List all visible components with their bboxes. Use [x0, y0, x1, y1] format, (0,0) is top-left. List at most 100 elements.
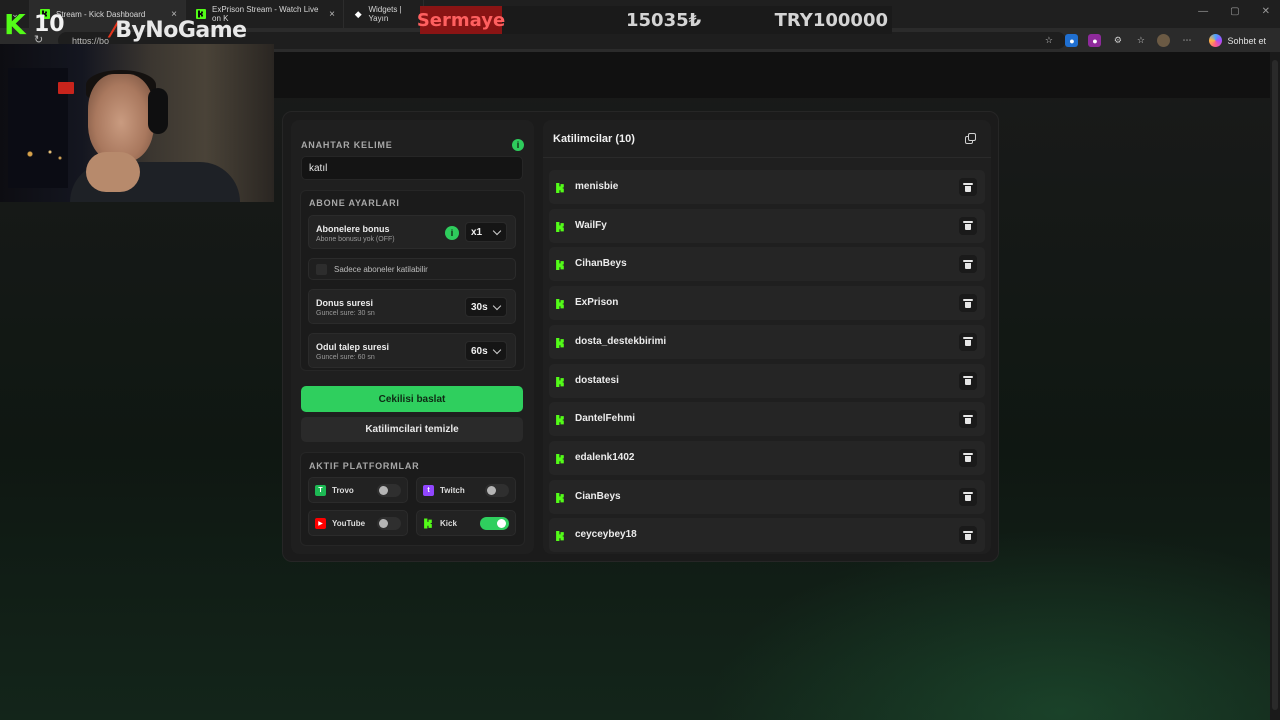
capital-overlay: Sermaye 15035₺ TRY100000 — [417, 6, 892, 34]
youtube-icon: ▶ — [315, 518, 326, 529]
close-icon[interactable]: × — [329, 9, 335, 20]
clear-participants-button[interactable]: Katilimcilari temizle — [301, 417, 523, 442]
sub-bonus-option: Abonelere bonus Abone bonusu yok (OFF) i… — [308, 215, 516, 249]
keyword-title: ANAHTAR KELIME — [301, 140, 393, 150]
kick-icon — [555, 258, 566, 271]
delete-participant-button[interactable] — [959, 332, 977, 351]
delete-participant-button[interactable] — [959, 178, 977, 196]
kick-icon — [555, 529, 566, 542]
delete-participant-button[interactable] — [959, 371, 977, 390]
platform-twitch: t Twitch — [416, 477, 516, 503]
trovo-toggle[interactable] — [377, 484, 401, 497]
delete-participant-button[interactable] — [959, 526, 977, 545]
participant-name: ExPrison — [575, 297, 619, 309]
sub-bonus-value: x1 — [471, 226, 483, 238]
platform-kick: Kick — [416, 510, 516, 536]
trash-icon — [963, 492, 973, 502]
participant-row: CihanBeys — [549, 247, 985, 282]
copy-icon[interactable] — [965, 133, 977, 145]
delete-participant-button[interactable] — [959, 294, 977, 313]
chevron-down-icon — [492, 301, 502, 311]
twitch-icon: t — [423, 485, 434, 496]
participant-row: DantelFehmi — [549, 402, 985, 437]
kick-icon — [555, 452, 566, 464]
trash-icon — [963, 414, 973, 424]
copilot-button[interactable]: Sohbet et — [1203, 32, 1272, 49]
participant-name: ceyceybey18 — [575, 529, 637, 541]
youtube-toggle[interactable] — [377, 517, 401, 530]
kick-logo-icon: K — [4, 8, 26, 41]
trash-icon — [963, 221, 973, 231]
scrollbar-thumb[interactable] — [1272, 60, 1278, 710]
close-window-icon[interactable]: ✕ — [1262, 6, 1270, 17]
start-giveaway-button[interactable]: Cekilisi baslat — [301, 386, 523, 412]
claim-duration-subtitle: Guncel sure: 60 sn — [316, 354, 375, 361]
bonus-duration-title: Donus suresi — [316, 298, 374, 308]
extensions-puzzle-icon[interactable]: ⚙ — [1111, 34, 1124, 47]
favorite-star-icon[interactable]: ☆ — [1042, 34, 1055, 47]
claim-duration-title: Odul talep suresi — [316, 342, 390, 352]
participant-row: ExPrison — [549, 286, 985, 321]
twitch-toggle[interactable] — [485, 484, 509, 497]
chevron-down-icon — [492, 345, 502, 355]
kick-icon — [555, 181, 566, 193]
delete-participant-button[interactable] — [959, 487, 977, 506]
toolbar-icons: ☆ ● ● ⚙ ☆ ⋯ Sohbet et — [1042, 32, 1272, 49]
chevron-down-icon — [492, 226, 502, 236]
trash-icon — [963, 298, 973, 308]
delete-participant-button[interactable] — [959, 410, 977, 429]
participant-name: DantelFehmi — [575, 413, 636, 425]
minimize-icon[interactable]: — — [1198, 6, 1208, 17]
page-scrollbar[interactable] — [1270, 52, 1280, 720]
kick-toggle[interactable] — [480, 517, 509, 530]
kick-icon — [555, 297, 566, 310]
settings-panel: ANAHTAR KELIME i katıl ABONE AYARLARI Ab… — [291, 120, 534, 554]
tab-label: Widgets | Yayın — [368, 5, 402, 23]
trash-icon — [963, 182, 973, 192]
participant-name: WailFy — [575, 219, 607, 231]
favorites-icon[interactable]: ☆ — [1134, 34, 1147, 47]
viewer-count: 10 — [34, 12, 65, 37]
delete-participant-button[interactable] — [959, 448, 977, 467]
sub-only-checkbox[interactable] — [316, 264, 327, 275]
kick-icon — [423, 518, 434, 529]
keyword-input[interactable]: katıl — [301, 156, 523, 180]
webcam-overlay — [0, 44, 274, 202]
giveaway-card: ANAHTAR KELIME i katıl ABONE AYARLARI Ab… — [282, 111, 999, 562]
delete-participant-button[interactable] — [959, 255, 977, 274]
participant-row: menisbie — [549, 170, 985, 204]
active-platforms-title: AKTIF PLATFORMLAR — [309, 461, 420, 471]
platform-name: Twitch — [440, 486, 465, 495]
active-platforms: AKTIF PLATFORMLAR T Trovo t Twitch ▶ You… — [300, 452, 525, 546]
kick-icon — [555, 336, 566, 348]
tab-widgets[interactable]: ◆ Widgets | Yayın — [344, 0, 424, 28]
delete-participant-button[interactable] — [959, 216, 977, 235]
bonus-duration-dropdown[interactable]: 30s — [465, 297, 507, 317]
trash-icon — [963, 453, 973, 463]
brand-logo: ⁄ByNoGame — [112, 18, 247, 43]
extension-blue-icon[interactable]: ● — [1065, 34, 1079, 47]
sub-bonus-dropdown[interactable]: x1 — [465, 222, 507, 242]
more-menu-icon[interactable]: ⋯ — [1180, 34, 1193, 47]
participant-name: dosta_destekbirimi — [575, 335, 667, 347]
sub-only-label: Sadece aboneler katilabilir — [334, 265, 428, 274]
profile-avatar[interactable] — [1157, 34, 1171, 47]
info-icon[interactable]: i — [512, 139, 524, 151]
trash-icon — [963, 337, 973, 347]
participant-row: CianBeys — [549, 479, 985, 514]
toggle-knob — [497, 519, 506, 528]
trash-icon — [963, 259, 973, 269]
sub-only-row[interactable]: Sadece aboneler katilabilir — [308, 258, 516, 280]
maximize-icon[interactable]: ▢ — [1230, 6, 1239, 17]
participant-name: CianBeys — [575, 490, 621, 502]
capital-goal: TRY100000 — [774, 10, 888, 31]
sub-bonus-info-icon[interactable]: i — [445, 226, 459, 240]
claim-duration-value: 60s — [471, 345, 488, 357]
window-controls: — ▢ ✕ — [1198, 6, 1270, 17]
extension-purple-icon[interactable]: ● — [1088, 34, 1102, 47]
bonus-duration-option: Donus suresi Guncel sure: 30 sn 30s — [308, 289, 516, 324]
claim-duration-dropdown[interactable]: 60s — [465, 341, 507, 361]
platform-name: YouTube — [332, 519, 366, 528]
trash-icon — [963, 376, 973, 385]
participants-panel: Katilimcilar (10) menisbie WailFy CihanBey… — [543, 120, 991, 554]
